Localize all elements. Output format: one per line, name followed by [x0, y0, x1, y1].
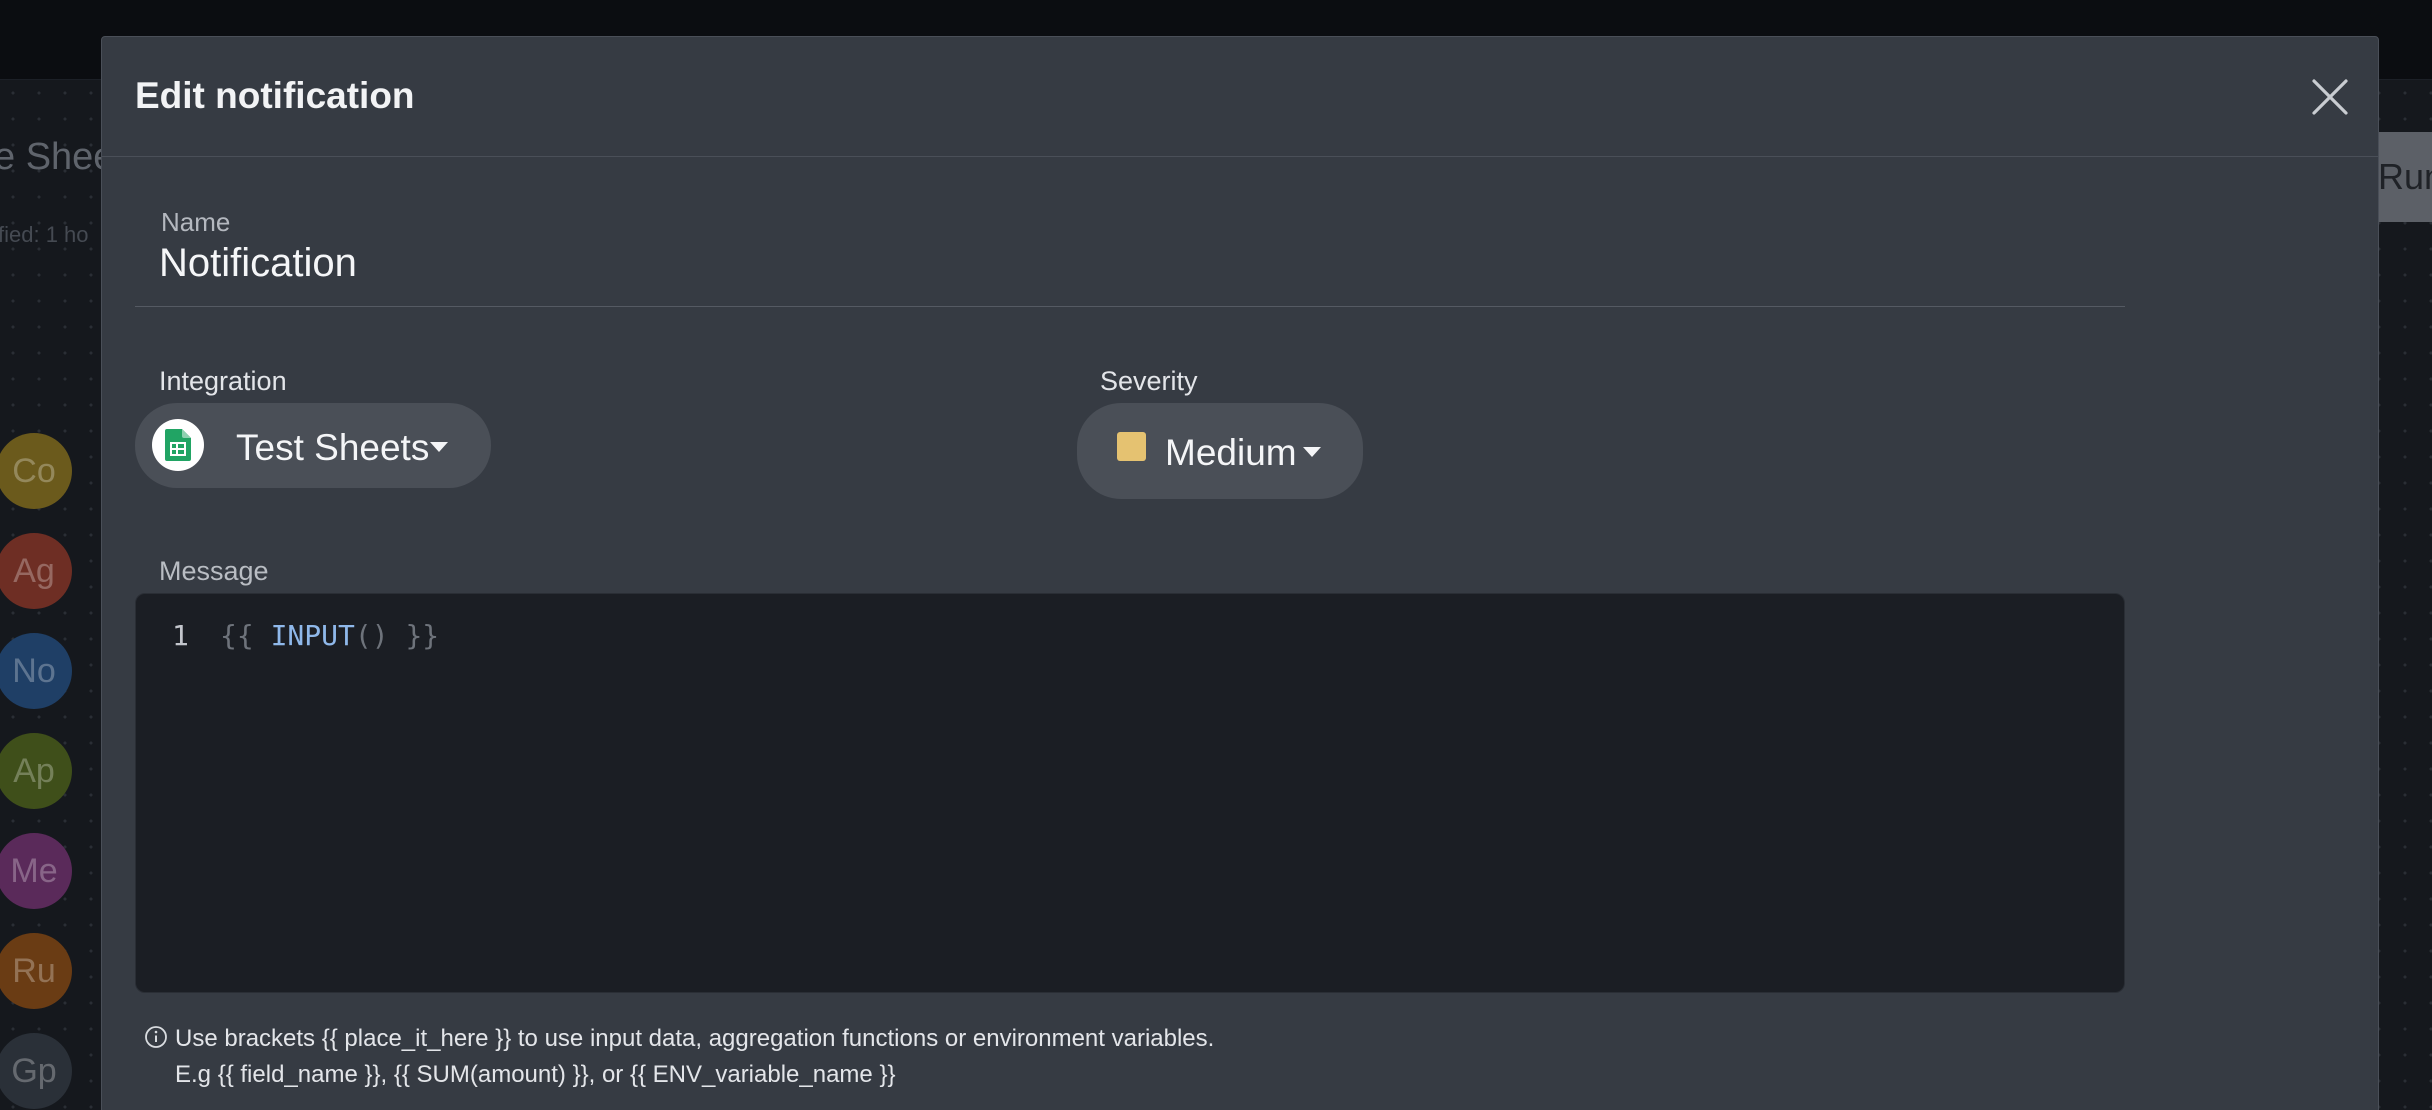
- chevron-down-icon: [1303, 447, 1321, 457]
- integration-label: Integration: [159, 366, 287, 396]
- background-title: e Shee: [0, 136, 115, 178]
- close-button[interactable]: [2310, 77, 2350, 117]
- google-sheets-icon: [152, 419, 204, 471]
- code-line[interactable]: {{ INPUT() }}: [220, 619, 439, 652]
- name-input[interactable]: Notification: [159, 241, 357, 286]
- integration-value: Test Sheets: [236, 427, 430, 468]
- line-number: 1: [172, 619, 189, 652]
- message-code-editor[interactable]: 1 {{ INPUT() }}: [135, 593, 2125, 993]
- severity-dropdown[interactable]: Medium: [1077, 403, 1363, 499]
- modal-header: Edit notification: [102, 37, 2378, 157]
- severity-label: Severity: [1100, 366, 1198, 396]
- hint-text-line-2: E.g {{ field_name }}, {{ SUM(amount) }},…: [175, 1061, 896, 1088]
- modal-title: Edit notification: [135, 75, 415, 116]
- info-icon: [145, 1026, 167, 1048]
- hint-text-line-1: Use brackets {{ place_it_here }} to use …: [175, 1025, 1215, 1052]
- severity-color-swatch: [1117, 432, 1146, 461]
- name-field[interactable]: Name Notification: [135, 207, 2125, 307]
- close-icon: [2312, 79, 2348, 115]
- chevron-down-icon: [430, 442, 448, 452]
- message-label: Message: [159, 556, 269, 586]
- code-token-parens: (): [354, 619, 389, 652]
- name-label: Name: [161, 207, 231, 237]
- background-subtitle: fied: 1 ho: [0, 222, 89, 247]
- code-token-open: {{: [220, 619, 271, 652]
- severity-value: Medium: [1165, 432, 1297, 473]
- code-token-close: }}: [388, 619, 440, 652]
- integration-dropdown[interactable]: Test Sheets: [135, 403, 491, 488]
- code-token-function: INPUT: [270, 619, 355, 652]
- edit-notification-modal: Edit notification Name Notification Inte…: [101, 36, 2379, 1110]
